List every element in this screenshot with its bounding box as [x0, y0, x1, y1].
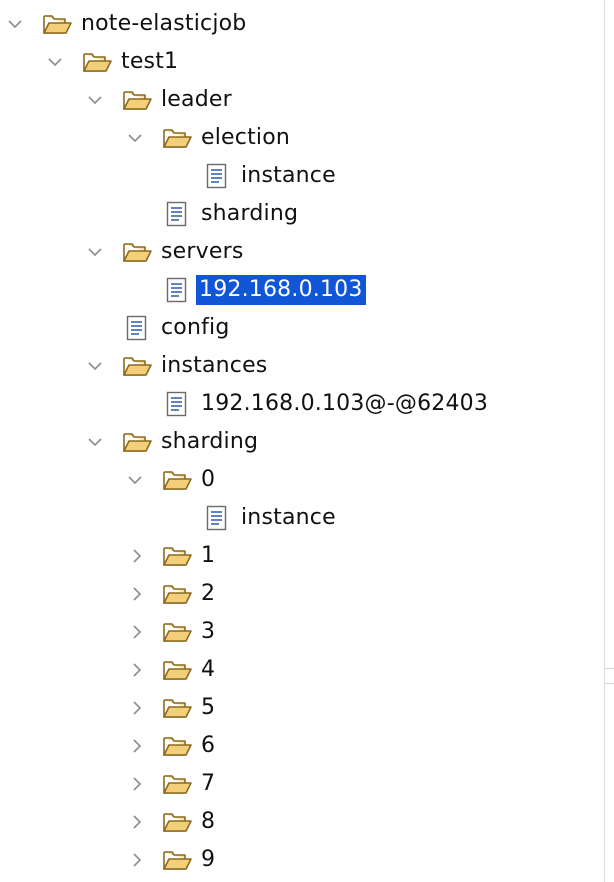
chevron-right-icon[interactable] [128, 585, 146, 603]
chevron-down-icon[interactable] [86, 357, 104, 375]
tree-node-instances[interactable]: instances [0, 347, 604, 385]
tree-node-election-instance[interactable]: instance [0, 157, 604, 195]
tree-node-label-selected: 192.168.0.103 [196, 275, 366, 305]
folder-open-icon [162, 772, 192, 796]
chevron-right-icon[interactable] [128, 851, 146, 869]
scrollbar-marker [604, 668, 614, 684]
chevron-down-icon[interactable] [126, 471, 144, 489]
chevron-right-icon[interactable] [128, 623, 146, 641]
tree-node-config[interactable]: config [0, 309, 604, 347]
tree-node-shard-5[interactable]: 5 [0, 689, 604, 727]
tree-node-label: sharding [161, 429, 259, 454]
tree-node-shard-6[interactable]: 6 [0, 727, 604, 765]
folder-open-icon [162, 734, 192, 758]
chevron-down-icon[interactable] [6, 15, 24, 33]
chevron-right-icon[interactable] [128, 775, 146, 793]
tree-node-label: 4 [201, 657, 216, 682]
document-icon [165, 391, 189, 417]
tree-node-servers[interactable]: servers [0, 233, 604, 271]
tree-node-label: instances [161, 353, 268, 378]
tree-node-label: 192.168.0.103@-@62403 [201, 391, 489, 416]
tree-node-shard-0[interactable]: 0 [0, 461, 604, 499]
tree-node-shard-2[interactable]: 2 [0, 575, 604, 613]
tree-node-label: note-elasticjob [81, 11, 247, 36]
tree-node-instance-id[interactable]: 192.168.0.103@-@62403 [0, 385, 604, 423]
tree-node-label: 7 [201, 771, 216, 796]
folder-open-icon [162, 582, 192, 606]
folder-open-icon [122, 354, 152, 378]
tree-node-label: instance [241, 505, 336, 530]
folder-open-icon [162, 810, 192, 834]
tree-node-shard-8[interactable]: 8 [0, 803, 604, 841]
folder-open-icon [162, 468, 192, 492]
tree-node-shard-1[interactable]: 1 [0, 537, 604, 575]
tree-node-label: 1 [201, 543, 216, 568]
tree-node-label: test1 [121, 49, 179, 74]
chevron-right-icon[interactable] [128, 737, 146, 755]
tree-node-shard-9[interactable]: 9 [0, 841, 604, 879]
folder-open-icon [122, 430, 152, 454]
folder-open-icon [162, 658, 192, 682]
chevron-right-icon[interactable] [128, 813, 146, 831]
document-icon [125, 315, 149, 341]
scrollbar-track[interactable] [604, 0, 605, 882]
folder-open-icon [122, 88, 152, 112]
tree-node-election[interactable]: election [0, 119, 604, 157]
chevron-right-icon[interactable] [128, 699, 146, 717]
tree-node-label: election [201, 125, 291, 150]
chevron-down-icon[interactable] [46, 53, 64, 71]
folder-open-icon [162, 544, 192, 568]
document-icon [165, 277, 189, 303]
document-icon [205, 505, 229, 531]
tree-node-label: 5 [201, 695, 216, 720]
file-tree: note-elasticjob test1 leader election in… [0, 0, 604, 882]
tree-node-shard-4[interactable]: 4 [0, 651, 604, 689]
tree-node-shard-0-instance[interactable]: instance [0, 499, 604, 537]
tree-node-server-ip[interactable]: 192.168.0.103 [0, 271, 604, 309]
tree-node-leader-sharding[interactable]: sharding [0, 195, 604, 233]
tree-node-shard-7[interactable]: 7 [0, 765, 604, 803]
chevron-down-icon[interactable] [86, 243, 104, 261]
folder-open-icon [42, 12, 72, 36]
folder-open-icon [162, 620, 192, 644]
folder-open-icon [162, 848, 192, 872]
chevron-down-icon[interactable] [86, 91, 104, 109]
chevron-down-icon[interactable] [126, 129, 144, 147]
chevron-down-icon[interactable] [86, 433, 104, 451]
tree-node-label: 6 [201, 733, 216, 758]
tree-node-label: servers [161, 239, 244, 264]
tree-node-label: instance [241, 163, 336, 188]
tree-node-test1[interactable]: test1 [0, 43, 604, 81]
tree-node-label: 2 [201, 581, 216, 606]
tree-node-sharding[interactable]: sharding [0, 423, 604, 461]
tree-node-label: 9 [201, 847, 216, 872]
chevron-right-icon[interactable] [128, 547, 146, 565]
tree-node-shard-3[interactable]: 3 [0, 613, 604, 651]
tree-node-label: leader [161, 87, 232, 112]
tree-node-label: 8 [201, 809, 216, 834]
folder-open-icon [162, 126, 192, 150]
document-icon [205, 163, 229, 189]
folder-open-icon [162, 696, 192, 720]
tree-node-leader[interactable]: leader [0, 81, 604, 119]
chevron-right-icon[interactable] [128, 661, 146, 679]
tree-node-label: 3 [201, 619, 216, 644]
folder-open-icon [122, 240, 152, 264]
tree-node-label: sharding [201, 201, 299, 226]
tree-node-note-elasticjob[interactable]: note-elasticjob [0, 5, 604, 43]
tree-node-label: 0 [201, 467, 216, 492]
folder-open-icon [82, 50, 112, 74]
tree-node-label: config [161, 315, 230, 340]
document-icon [165, 201, 189, 227]
